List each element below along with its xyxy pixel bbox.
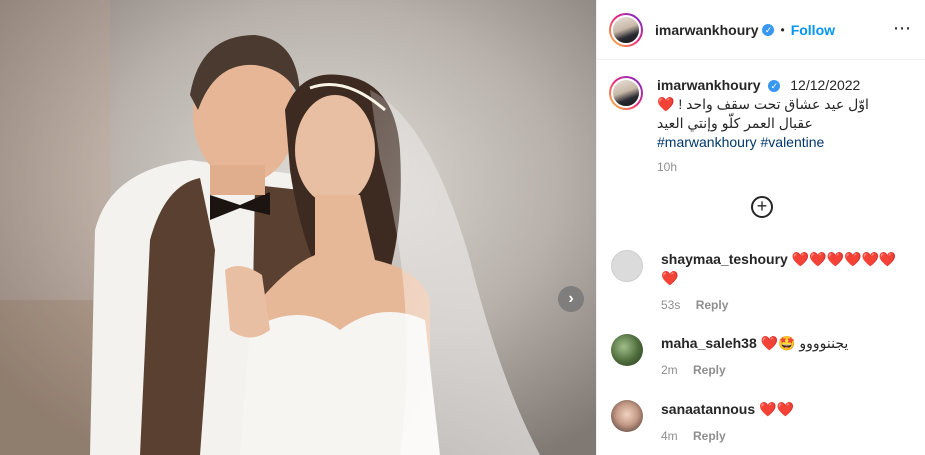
comment: shaymaa_teshoury ❤️❤️❤️❤️❤️❤️❤️ 53s Repl…: [611, 250, 911, 315]
caption-date: 12/12/2022: [790, 77, 861, 93]
comment-time[interactable]: 4m: [661, 429, 678, 443]
avatar[interactable]: [609, 12, 643, 47]
next-photo-button[interactable]: ›: [558, 286, 584, 312]
reply-button[interactable]: Reply: [696, 298, 729, 312]
heart-icon: ❤️: [657, 96, 675, 112]
comment-username[interactable]: shaymaa_teshoury: [661, 251, 788, 267]
separator-dot: •: [780, 22, 785, 37]
comment-username[interactable]: sanaatannous: [661, 401, 755, 417]
comment-avatar[interactable]: [611, 334, 643, 366]
caption-avatar-image: [611, 78, 641, 108]
caption-username[interactable]: imarwankhoury: [657, 77, 760, 93]
comment-text: ❤️❤️: [759, 401, 794, 417]
comment-username[interactable]: maha_saleh38: [661, 335, 757, 351]
reply-button[interactable]: Reply: [693, 363, 726, 377]
avatar-image: [611, 14, 641, 45]
caption-line-1: اوّل عيد عشاق تحت سقف واحد !: [678, 96, 869, 112]
follow-button[interactable]: Follow: [791, 22, 835, 38]
comment-avatar[interactable]: [611, 250, 643, 282]
caption: imarwankhoury ✓ 12/12/2022 ❤️ اوّل عيد ع…: [609, 76, 909, 177]
comment-text: يجننوووو 🤩❤️: [760, 335, 849, 351]
instagram-post: › imarwankhoury ✓ • Follow ⋯ imarwankhou…: [0, 0, 925, 455]
comment-time[interactable]: 53s: [661, 298, 680, 312]
couple-photo-illustration: [0, 0, 596, 455]
caption-avatar[interactable]: [609, 76, 643, 110]
header-username[interactable]: imarwankhoury: [655, 22, 758, 38]
load-more-comments-icon[interactable]: +: [751, 196, 773, 218]
comment: maha_saleh38 يجننوووو 🤩❤️ 2m Reply: [611, 334, 911, 380]
chevron-right-icon: ›: [568, 290, 574, 307]
caption-line-2: عقبال العمر كلّو وإنتي العيد: [657, 115, 813, 131]
reply-button[interactable]: Reply: [693, 429, 726, 443]
caption-time[interactable]: 10h: [657, 158, 869, 177]
verified-badge-icon: ✓: [762, 23, 775, 36]
post-photo[interactable]: ›: [0, 0, 596, 455]
more-options-icon[interactable]: ⋯: [893, 18, 912, 39]
comment-time[interactable]: 2m: [661, 363, 678, 377]
hashtag-link[interactable]: #marwankhoury: [657, 134, 757, 150]
hashtag-link[interactable]: #valentine: [761, 134, 825, 150]
comment-avatar[interactable]: [611, 400, 643, 432]
comment: sanaatannous ❤️❤️ 4m Reply: [611, 400, 911, 446]
post-side-panel: imarwankhoury ✓ • Follow ⋯ imarwankhoury…: [596, 0, 925, 455]
verified-badge-icon: ✓: [768, 80, 781, 92]
post-header: imarwankhoury ✓ • Follow ⋯: [597, 0, 925, 60]
